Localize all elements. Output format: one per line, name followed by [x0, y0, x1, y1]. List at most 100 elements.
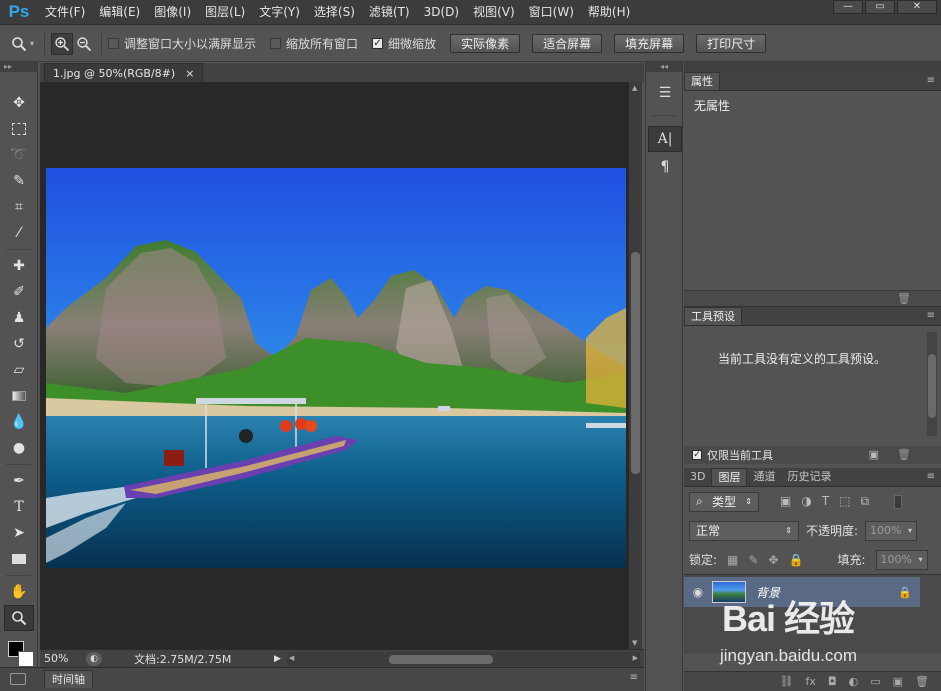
lasso-tool-icon[interactable]: ➰	[0, 142, 38, 168]
panel-grip[interactable]	[684, 62, 941, 72]
menu-item[interactable]: 3D(D)	[417, 0, 466, 25]
tool-presets-scrollbar[interactable]	[927, 332, 937, 436]
new-preset-icon[interactable]: ▣	[869, 448, 879, 461]
move-tool-icon[interactable]: ✥	[0, 90, 38, 116]
quick-selection-tool-icon[interactable]: ✎	[0, 168, 38, 194]
zoom-out-icon[interactable]	[73, 33, 95, 55]
horizontal-scrollbar[interactable]: ◀ ▶	[286, 651, 640, 666]
scroll-down-icon[interactable]: ▼	[632, 639, 637, 647]
tab-tool-presets[interactable]: 工具预设	[684, 307, 742, 325]
scroll-up-icon[interactable]: ▲	[632, 84, 637, 92]
eraser-tool-icon[interactable]: ▱	[0, 357, 38, 383]
close-tab-icon[interactable]: ×	[185, 67, 194, 80]
current-tool-only-checkbox[interactable]: ✓	[692, 450, 702, 460]
blend-mode-select[interactable]: 正常 ⇕	[689, 520, 799, 541]
restore-button[interactable]: ▭	[865, 0, 895, 14]
layer-row[interactable]: ◉ 背景 🔒	[684, 577, 920, 607]
trash-icon[interactable]: 🗑	[915, 675, 929, 688]
rectangle-tool-icon[interactable]	[0, 546, 38, 572]
eyedropper-tool-icon[interactable]: ⁄	[0, 220, 38, 246]
tool-presets-panel-icon[interactable]: ☰	[648, 80, 682, 106]
pixel-filter-icon[interactable]: ▣	[780, 494, 791, 509]
tab-layers[interactable]: 图层	[711, 468, 748, 486]
layer-filter-select[interactable]: ⌕ 类型 ⇕	[689, 491, 759, 512]
panel-menu-icon[interactable]: ≡	[927, 75, 935, 86]
lock-transparent-icon[interactable]: ▦	[727, 553, 738, 567]
crop-tool-icon[interactable]: ⌗	[0, 194, 38, 220]
smart-object-filter-icon[interactable]: ⧉	[861, 494, 870, 509]
lock-all-icon[interactable]: 🔒	[789, 553, 804, 567]
shape-filter-icon[interactable]: ⬚	[839, 494, 850, 509]
filter-toggle[interactable]	[894, 494, 903, 509]
status-info-icon[interactable]: ◐	[86, 651, 102, 666]
marquee-tool-icon[interactable]	[0, 116, 38, 142]
gradient-tool-icon[interactable]	[0, 383, 38, 409]
menu-item[interactable]: 视图(V)	[466, 0, 522, 25]
fill-field[interactable]: 100% ▾	[875, 549, 928, 570]
background-color[interactable]	[18, 651, 34, 667]
trash-icon[interactable]: 🗑	[897, 292, 911, 305]
menu-item[interactable]: 图层(L)	[198, 0, 252, 25]
actual-pixels-button[interactable]: 实际像素	[450, 34, 521, 53]
checkbox-box[interactable]	[108, 38, 120, 49]
tool-preset-dropdown-icon[interactable]: ▾	[30, 39, 34, 48]
zoom-tool-icon[interactable]	[4, 605, 34, 631]
horizontal-scroll-thumb[interactable]	[388, 654, 493, 664]
resize-windows-checkbox[interactable]: 调整窗口大小以满屏显示	[108, 35, 256, 52]
type-filter-icon[interactable]: T	[822, 494, 829, 509]
status-menu-arrow-icon[interactable]: ▶	[274, 654, 281, 664]
panel-grip[interactable]: ▸▸	[0, 62, 37, 72]
zoom-in-icon[interactable]	[51, 32, 74, 55]
layer-style-icon[interactable]: fx	[806, 675, 816, 688]
tab-history[interactable]: 历史记录	[781, 468, 837, 486]
panel-menu-icon[interactable]: ≡	[927, 310, 935, 321]
trash-icon[interactable]: 🗑	[897, 448, 911, 461]
fill-screen-button[interactable]: 填充屏幕	[614, 34, 685, 53]
menu-item[interactable]: 窗口(W)	[522, 0, 581, 25]
scrubby-zoom-checkbox[interactable]: ✓ 细微缩放	[372, 35, 436, 52]
eye-icon[interactable]: ◉	[684, 585, 712, 599]
paragraph-panel-icon[interactable]: ¶	[648, 154, 682, 180]
zoom-tool-icon[interactable]	[8, 33, 30, 55]
brush-tool-icon[interactable]: ✐	[0, 279, 38, 305]
timeline-icon[interactable]	[10, 673, 26, 685]
checkbox-box-checked[interactable]: ✓	[372, 38, 384, 49]
scroll-left-icon[interactable]: ◀	[289, 654, 294, 662]
lock-pixels-icon[interactable]: ✎	[748, 553, 758, 567]
checkbox-box[interactable]	[270, 38, 282, 49]
dodge-tool-icon[interactable]: ●	[0, 435, 38, 461]
layer-name[interactable]: 背景	[756, 584, 898, 601]
adjustment-layer-icon[interactable]: ◐	[849, 675, 859, 688]
timeline-tab[interactable]: 时间轴	[44, 670, 93, 688]
new-layer-icon[interactable]: ▣	[893, 675, 903, 688]
add-mask-icon[interactable]: ◘	[828, 675, 837, 688]
tab-channels[interactable]: 通道	[747, 468, 781, 486]
character-panel-icon[interactable]: A|	[648, 126, 682, 152]
panel-grip[interactable]: ◂◂	[646, 62, 682, 72]
color-swatches[interactable]	[6, 639, 36, 669]
zoom-all-windows-checkbox[interactable]: 缩放所有窗口	[270, 35, 358, 52]
tab-3d[interactable]: 3D	[684, 468, 711, 486]
type-tool-icon[interactable]: T	[0, 494, 38, 520]
vertical-scrollbar[interactable]: ▲ ▼	[628, 82, 642, 649]
history-brush-tool-icon[interactable]: ↺	[0, 331, 38, 357]
clone-stamp-tool-icon[interactable]: ♟	[0, 305, 38, 331]
scroll-right-icon[interactable]: ▶	[633, 654, 638, 662]
menu-item[interactable]: 帮助(H)	[581, 0, 637, 25]
minimize-button[interactable]: —	[833, 0, 863, 14]
tab-properties[interactable]: 属性	[684, 72, 720, 90]
menu-item[interactable]: 编辑(E)	[92, 0, 147, 25]
lock-position-icon[interactable]: ✥	[768, 553, 778, 567]
close-button[interactable]: ✕	[897, 0, 937, 14]
menu-item[interactable]: 滤镜(T)	[362, 0, 417, 25]
print-size-button[interactable]: 打印尺寸	[696, 34, 767, 53]
menu-item[interactable]: 选择(S)	[307, 0, 362, 25]
canvas-area[interactable]	[40, 82, 628, 649]
hand-tool-icon[interactable]: ✋	[0, 579, 38, 605]
document-tab[interactable]: 1.jpg @ 50%(RGB/8#) ×	[44, 63, 204, 82]
menu-item[interactable]: 文字(Y)	[252, 0, 307, 25]
link-layers-icon[interactable]: ⛓	[780, 675, 794, 688]
pen-tool-icon[interactable]: ✒	[0, 468, 38, 494]
menu-item[interactable]: 图像(I)	[147, 0, 198, 25]
vertical-scroll-thumb[interactable]	[631, 252, 640, 474]
